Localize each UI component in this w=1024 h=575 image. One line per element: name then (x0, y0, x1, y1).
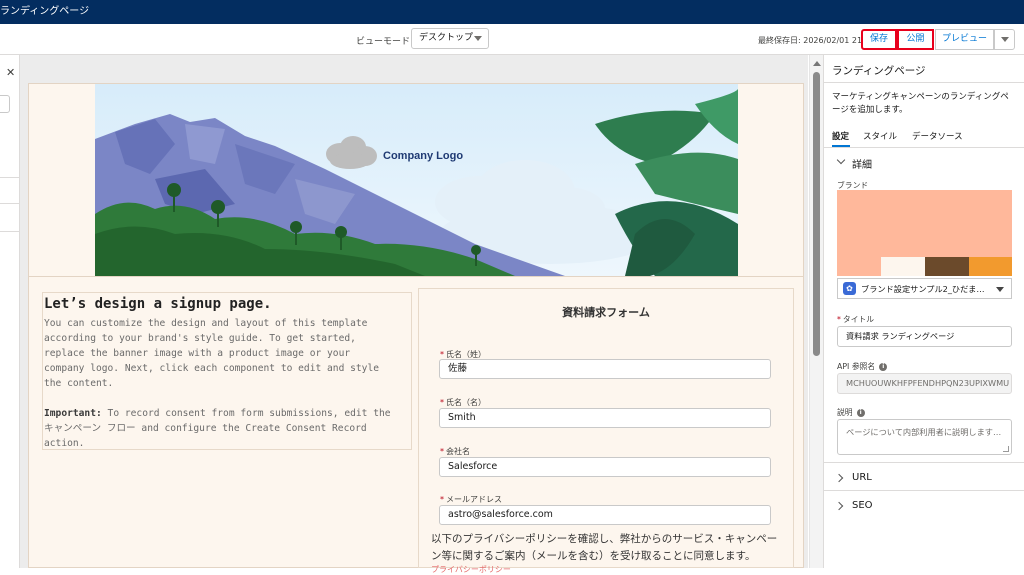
divider (823, 490, 1024, 491)
title-label: * タイトル (837, 315, 875, 324)
last-name-field[interactable]: 佐藤 (439, 359, 771, 379)
consent-line: ン等に関するご案内（メールを含む）を受け取ることに同意します。 (431, 550, 756, 562)
chevron-down-icon (996, 287, 1004, 292)
brand-color-swatch (881, 257, 925, 276)
banner-illustration: Company Logo (95, 89, 738, 276)
description-placeholder: ページについて内部利用者に説明します… (846, 427, 1002, 437)
content-heading: Let’s design a signup page. (44, 296, 272, 312)
content-line: You can customize the design and layout … (44, 318, 368, 329)
privacy-policy-link[interactable]: プライバシーポリシー (431, 564, 511, 575)
field-label: * 会社名 (440, 447, 470, 456)
api-name-label: API 参照名 i (837, 361, 888, 372)
scroll-thumb[interactable] (813, 72, 820, 356)
last-saved-text: 最終保存日: 2026/02/01 21:07 (758, 36, 875, 45)
save-button[interactable]: 保存 (861, 29, 897, 50)
app-title: ランディングページ (0, 6, 90, 17)
component-panel: ✕ (0, 55, 20, 568)
view-mode-select[interactable]: デスクトップ (411, 28, 489, 49)
section-url[interactable]: URL (852, 472, 872, 483)
brand-color-swatch (925, 257, 969, 276)
search-input[interactable] (0, 95, 10, 113)
field-label: * 氏名（名） (440, 398, 486, 407)
tab-data-source[interactable]: データソース (912, 130, 963, 142)
content-line: the content. (44, 378, 114, 389)
preview-button[interactable]: プレビュー (935, 29, 994, 50)
company-logo-text: Company Logo (383, 150, 463, 162)
divider (29, 276, 803, 277)
company-field[interactable]: Salesforce (439, 457, 771, 477)
panel-description: マーケティングキャンペーンのランディングページを追加します。 (832, 92, 1009, 115)
content-important: Important: To record consent from form s… (44, 406, 412, 451)
content-line: replace the banner image with a product … (44, 348, 351, 359)
divider (0, 203, 20, 204)
content-line: company logo. Next, click each component… (44, 363, 380, 374)
scroll-up-icon[interactable] (813, 61, 821, 66)
brand-color-swatch (837, 257, 881, 276)
first-name-field[interactable]: Smith (439, 408, 771, 428)
brand-value: ブランド設定サンプル2_ひだま… (861, 284, 985, 294)
content-line: キャンペーン フロー and configure the Create Cons… (44, 423, 367, 434)
brand-color-primary (837, 190, 1012, 257)
banner-image[interactable]: Company Logo (95, 84, 738, 276)
divider (823, 147, 1024, 148)
resize-handle-icon[interactable] (1003, 446, 1009, 452)
view-mode-value: デスクトップ (419, 33, 474, 43)
title-field[interactable]: 資料請求 ランディングページ (837, 326, 1012, 347)
more-actions-button[interactable] (994, 29, 1015, 50)
divider (0, 231, 20, 232)
form-component[interactable] (418, 288, 794, 568)
chevron-down-icon (1001, 37, 1009, 42)
tab-style[interactable]: スタイル (863, 130, 897, 142)
consent-text: 以下のプライバシーポリシーを確認し、弊社からのサービス・キャンペー ン等に関する… (431, 531, 781, 565)
brand-color-swatch (969, 257, 1012, 276)
description-field[interactable]: ページについて内部利用者に説明します… (837, 419, 1012, 455)
email-field[interactable]: astro@salesforce.com (439, 505, 771, 525)
consent-line: 以下のプライバシーポリシーを確認し、弊社からのサービス・キャンペー (431, 533, 778, 545)
info-icon: i (879, 363, 888, 371)
description-label: 説明 i (837, 407, 865, 418)
api-name-field: MCHUOUWKHFPFENDHPQN23UPIXWMU (837, 373, 1012, 394)
toolbar: ビューモード: デスクトップ 最終保存日: 2026/02/01 21:07 保… (0, 24, 1024, 55)
divider (823, 462, 1024, 463)
field-label: * メールアドレス (440, 495, 502, 504)
panel-title: ランディングページ (832, 65, 926, 77)
section-seo[interactable]: SEO (852, 500, 873, 511)
view-mode-label: ビューモード: (356, 37, 414, 47)
content-line: according to your brand's style guide. T… (44, 333, 356, 344)
chevron-down-icon (474, 36, 482, 41)
tab-settings[interactable]: 設定 (832, 130, 849, 142)
divider (0, 177, 20, 178)
palette-icon: ✿ (843, 282, 856, 295)
publish-button[interactable]: 公開 (897, 29, 934, 50)
section-details[interactable]: 詳細 (852, 156, 872, 171)
content-line: action. (44, 438, 85, 449)
important-label: Important: (44, 408, 102, 419)
close-icon[interactable]: ✕ (6, 66, 15, 79)
important-text: To record consent from form submissions,… (101, 408, 391, 419)
brand-select[interactable]: ✿ ブランド設定サンプル2_ひだま… (837, 278, 1012, 299)
form-title: 資料請求フォーム (562, 306, 650, 319)
content-body: You can customize the design and layout … (44, 316, 412, 391)
canvas-scrollbar[interactable] (809, 55, 823, 568)
content-line: Important: To record consent from form s… (44, 406, 412, 421)
info-icon: i (856, 409, 865, 417)
app-header: ランディングページ (0, 0, 1024, 24)
divider (823, 82, 1024, 83)
